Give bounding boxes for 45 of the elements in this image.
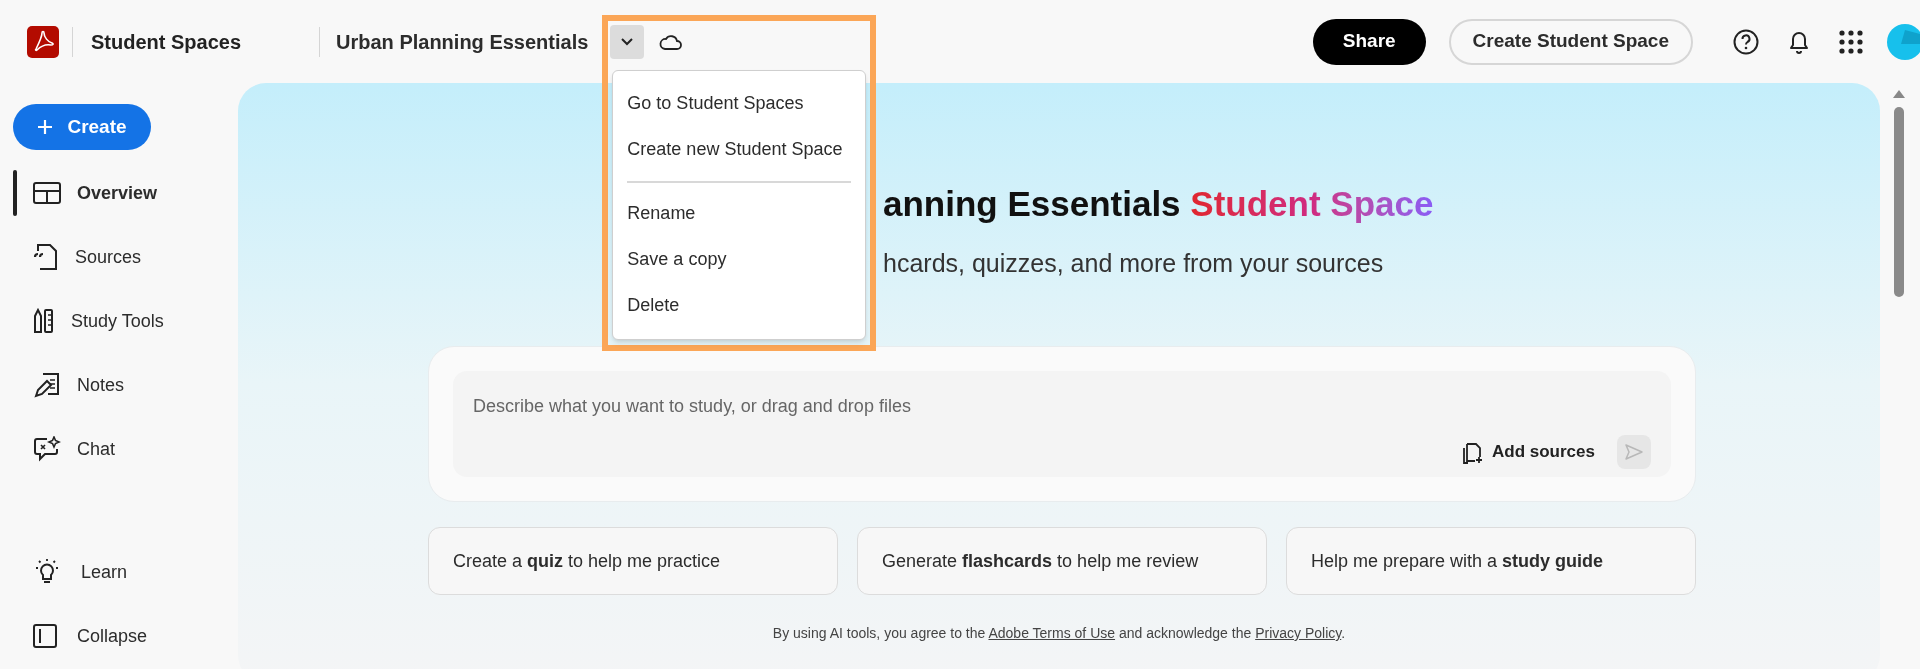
terms-link[interactable]: Adobe Terms of Use xyxy=(988,625,1116,641)
note-pen-icon xyxy=(33,371,61,399)
scrollbar-thumb[interactable] xyxy=(1894,107,1904,297)
create-space-button[interactable]: Create Student Space xyxy=(1448,18,1693,65)
lightbulb-icon xyxy=(33,558,61,586)
suggestion-card[interactable]: Create a quiz to help me practice xyxy=(428,527,838,595)
dropdown-button[interactable] xyxy=(610,24,645,59)
create-button[interactable]: Create xyxy=(13,104,151,150)
help-icon[interactable] xyxy=(1733,28,1759,55)
plus-icon xyxy=(37,119,54,135)
add-file-icon xyxy=(1462,440,1484,464)
scroll-up-icon[interactable] xyxy=(1892,89,1906,99)
space-heading: anning Essentials Student Space xyxy=(883,183,1435,225)
sidebar-item[interactable]: Collapse xyxy=(33,611,238,661)
layout-icon xyxy=(33,182,61,204)
sidebar-item[interactable]: Overview xyxy=(33,179,158,207)
chat-sparkle-icon xyxy=(33,436,61,462)
menu-item[interactable]: Go to Student Spaces xyxy=(613,80,866,127)
menu-item[interactable]: Rename xyxy=(613,190,866,237)
menu-item[interactable]: Save a copy xyxy=(613,236,866,283)
sidebar-item[interactable]: Learn xyxy=(33,547,238,597)
suggestion-card[interactable]: Generate flashcards to help me review xyxy=(857,527,1267,595)
apps-grid-icon[interactable] xyxy=(1839,29,1863,54)
menu-item[interactable]: Delete xyxy=(613,282,866,329)
space-title: Urban Planning Essentials xyxy=(336,29,589,55)
avatar-icon[interactable] xyxy=(1887,23,1920,60)
sidebar-item[interactable]: Sources xyxy=(33,243,142,271)
space-subtitle: hcards, quizzes, and more from your sources xyxy=(883,247,1385,279)
prompt-field[interactable]: Describe what you want to study, or drag and drop files Add sources xyxy=(453,371,1671,477)
chevron-down-icon xyxy=(620,36,635,47)
panel-icon xyxy=(33,624,57,648)
sidebar-item[interactable]: Study Tools xyxy=(33,307,164,335)
app-logo-icon[interactable] xyxy=(27,25,59,58)
cloud-icon[interactable] xyxy=(659,32,684,51)
send-icon xyxy=(1625,444,1643,460)
menu-item[interactable]: Create new Student Space xyxy=(613,126,866,173)
suggestion-card[interactable]: Help me prepare with a study guide xyxy=(1286,527,1696,595)
share-button[interactable]: Share xyxy=(1312,18,1426,65)
sidebar-item[interactable]: Notes xyxy=(33,371,125,399)
add-sources-button[interactable]: Add sources xyxy=(1462,439,1595,465)
pencil-ruler-icon xyxy=(33,308,55,334)
terms-notice: By using AI tools, you agree to the Adobe Terms of Use and acknowledge the Privacy Policy. xyxy=(771,624,1347,643)
app-name: Student Spaces xyxy=(91,29,242,55)
quote-file-icon xyxy=(33,243,59,271)
sidebar-item[interactable]: Chat xyxy=(33,435,116,463)
